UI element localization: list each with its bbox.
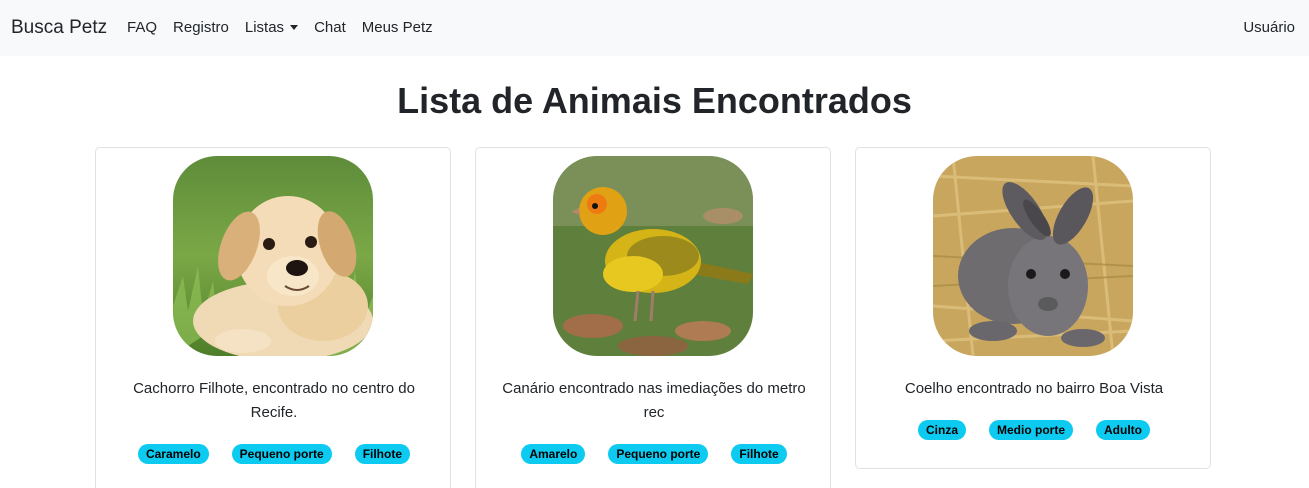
tag-badge: Filhote bbox=[731, 444, 787, 464]
card-description: Canário encontrado nas imediações do met… bbox=[502, 380, 806, 421]
nav-link-faq[interactable]: FAQ bbox=[127, 19, 157, 36]
tag-list: Amarelo Pequeno porte Filhote bbox=[476, 444, 832, 464]
animal-card[interactable]: Canário encontrado nas imediações do met… bbox=[475, 147, 831, 488]
tag-badge: Caramelo bbox=[137, 444, 209, 464]
nav-link-listas-label: Listas bbox=[244, 19, 285, 36]
puppy-image bbox=[173, 156, 373, 356]
card-description: Cachorro Filhote, encontrado no centro d… bbox=[133, 380, 415, 421]
tag-badge: Pequeno porte bbox=[231, 444, 332, 464]
nav-links: FAQ Registro Listas Chat Meus Petz bbox=[127, 19, 433, 36]
tag-badge: Pequeno porte bbox=[608, 444, 709, 464]
rabbit-image bbox=[933, 156, 1133, 356]
canary-photo bbox=[553, 156, 753, 356]
tag-list: Caramelo Pequeno porte Filhote bbox=[96, 444, 452, 464]
canary-image bbox=[553, 156, 753, 356]
nav-link-chat[interactable]: Chat bbox=[314, 19, 346, 36]
tag-badge: Cinza bbox=[917, 420, 966, 440]
tag-badge: Adulto bbox=[1096, 420, 1150, 440]
tag-badge: Amarelo bbox=[521, 444, 586, 464]
nav-link-meus-petz[interactable]: Meus Petz bbox=[362, 19, 433, 36]
rabbit-photo bbox=[933, 156, 1133, 356]
navbar: Busca Petz FAQ Registro Listas Chat Meus… bbox=[0, 0, 1309, 56]
brand-link[interactable]: Busca Petz bbox=[11, 17, 107, 39]
animal-card[interactable]: Cachorro Filhote, encontrado no centro d… bbox=[95, 147, 451, 488]
tag-badge: Medio porte bbox=[989, 420, 1073, 440]
nav-user-link[interactable]: Usuário bbox=[1243, 19, 1295, 36]
tag-badge: Filhote bbox=[354, 444, 411, 464]
nav-link-listas-dropdown[interactable]: Listas bbox=[244, 19, 299, 36]
puppy-photo bbox=[173, 156, 373, 356]
tag-list: Cinza Medio porte Adulto bbox=[856, 420, 1212, 440]
caret-down-icon bbox=[290, 25, 299, 30]
page-title: Lista de Animais Encontrados bbox=[397, 80, 912, 121]
animal-card[interactable]: Coelho encontrado no bairro Boa Vista Ci… bbox=[855, 147, 1211, 469]
card-description: Coelho encontrado no bairro Boa Vista bbox=[904, 380, 1164, 397]
nav-link-registro[interactable]: Registro bbox=[173, 19, 229, 36]
